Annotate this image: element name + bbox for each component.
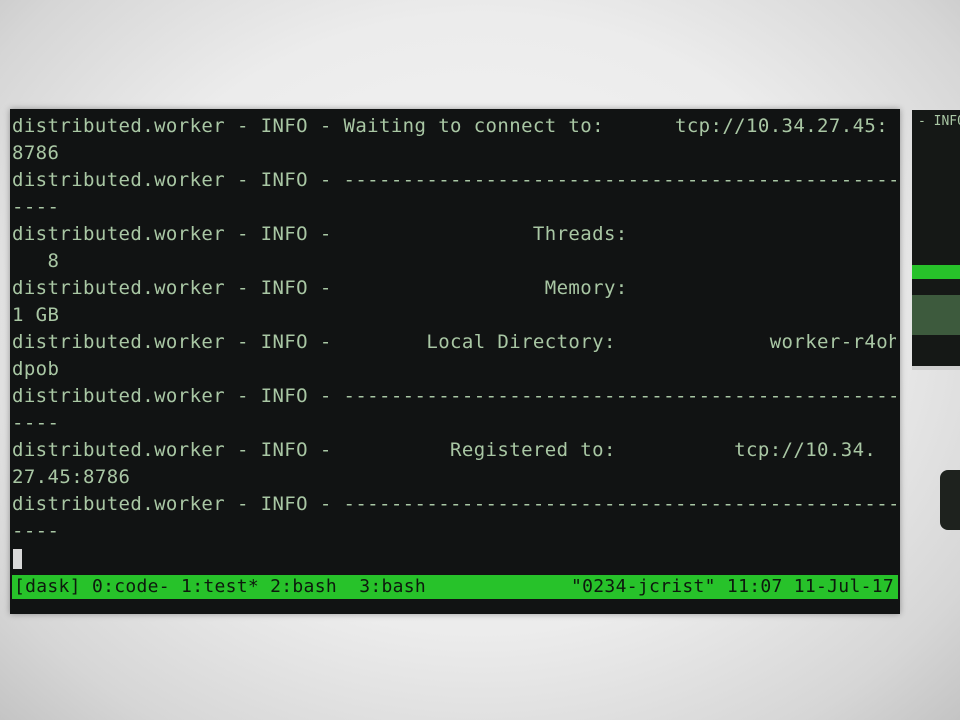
terminal-output[interactable]: distributed.worker - INFO - Waiting to c… — [12, 113, 896, 575]
tmux-status-info: "0234-jcrist" 11:07 11-Jul-17 — [571, 576, 894, 597]
background-terminal-window[interactable]: - INFO — [912, 110, 960, 366]
terminal-line: distributed.worker - INFO - ------------… — [12, 169, 896, 191]
terminal-window[interactable]: distributed.worker - INFO - Waiting to c… — [10, 109, 900, 614]
terminal-line: distributed.worker - INFO - Registered t… — [12, 439, 877, 461]
tmux-status-bar: [dask] 0:code- 1:test* 2:bash 3:bash "02… — [12, 575, 898, 599]
tmux-window-list[interactable]: [dask] 0:code- 1:test* 2:bash 3:bash — [14, 575, 426, 599]
background-status-bar — [912, 265, 960, 279]
terminal-line: 8 — [12, 250, 60, 272]
background-terminal-text: - INFO — [918, 114, 960, 129]
terminal-line: 8786 — [12, 142, 60, 164]
background-terminal-block — [912, 295, 960, 335]
background-window-edge — [912, 366, 960, 370]
terminal-line: distributed.worker - INFO - ------------… — [12, 385, 896, 407]
terminal-line: ---- — [12, 196, 60, 218]
terminal-line: 27.45:8786 — [12, 466, 131, 488]
terminal-line: distributed.worker - INFO - Waiting to c… — [12, 115, 889, 137]
background-icon — [940, 470, 960, 530]
terminal-line: ---- — [12, 520, 60, 542]
terminal-line: distributed.worker - INFO - Threads: — [12, 223, 896, 245]
terminal-cursor — [13, 548, 22, 569]
terminal-line: 1 GB — [12, 304, 60, 326]
terminal-line: distributed.worker - INFO - Local Direct… — [12, 331, 896, 353]
terminal-line: distributed.worker - INFO - ------------… — [12, 493, 896, 515]
terminal-line: dpob — [12, 358, 60, 380]
terminal-prompt-line[interactable] — [12, 545, 896, 572]
terminal-line: distributed.worker - INFO - Memory: 10.3 — [12, 277, 896, 299]
terminal-line: ---- — [12, 412, 60, 434]
